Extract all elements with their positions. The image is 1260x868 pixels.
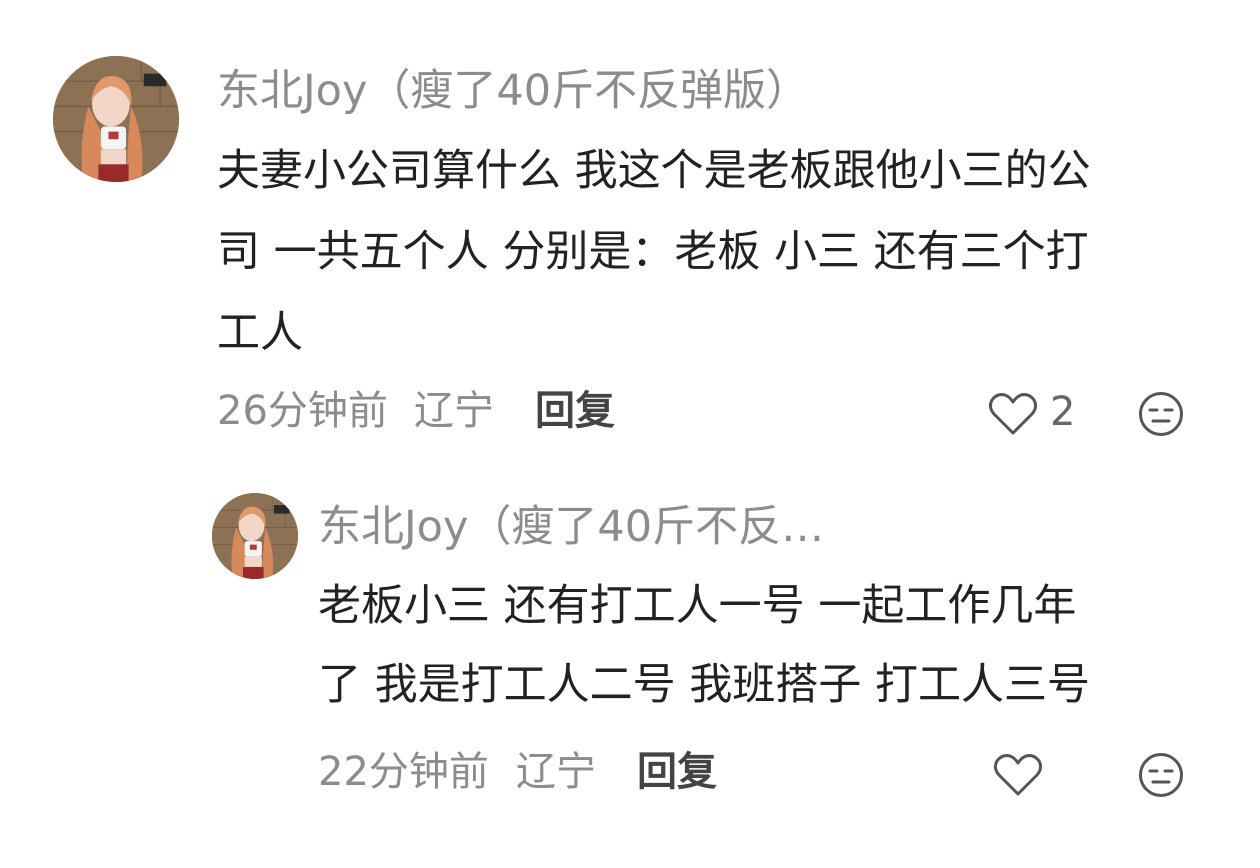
avatar-photo <box>53 56 179 182</box>
reply-text: 老板小三 还有打工人一号 一起工作几年 了 我是打工人二号 我班搭子 打工人三号 <box>318 585 1090 743</box>
comment-text: 夫妻小公司算什么 我这个是老板跟他小三的公 司 一共五个人 分别是：老板 小三 … <box>217 150 1091 393</box>
comment-text-line: 夫妻小公司算什么 我这个是老板跟他小三的公 <box>217 146 1091 196</box>
reply-location: 辽宁 <box>516 749 596 795</box>
reply-text-line: 老板小三 还有打工人一号 一起工作几年 <box>318 581 1077 631</box>
reply-text-line: 了 我是打工人二号 我班搭子 打工人三号 <box>318 660 1091 710</box>
reply-commenter-username[interactable]: 东北Joy（瘦了40斤不反… <box>318 506 824 549</box>
heart-outline-icon[interactable] <box>988 391 1038 437</box>
comment-text-line: 工人 <box>217 308 303 358</box>
heart-outline-icon[interactable] <box>993 752 1043 798</box>
comment-location: 辽宁 <box>414 388 494 434</box>
commenter-avatar[interactable] <box>53 56 179 182</box>
reply-timestamp: 22分钟前 <box>318 749 489 795</box>
commenter-username[interactable]: 东北Joy（瘦了40斤不反弹版） <box>217 70 809 113</box>
comment-text-line: 司 一共五个人 分别是：老板 小三 还有三个打 <box>217 227 1089 277</box>
neutral-face-icon[interactable] <box>1138 752 1184 798</box>
comment-timestamp: 26分钟前 <box>217 388 388 434</box>
reply-commenter-avatar[interactable] <box>212 493 298 579</box>
like-count: 2 <box>1050 389 1076 435</box>
neutral-face-icon[interactable] <box>1138 391 1184 437</box>
reply-button[interactable]: 回复 <box>637 752 717 792</box>
reply-button[interactable]: 回复 <box>535 391 615 431</box>
avatar-photo <box>212 493 298 579</box>
